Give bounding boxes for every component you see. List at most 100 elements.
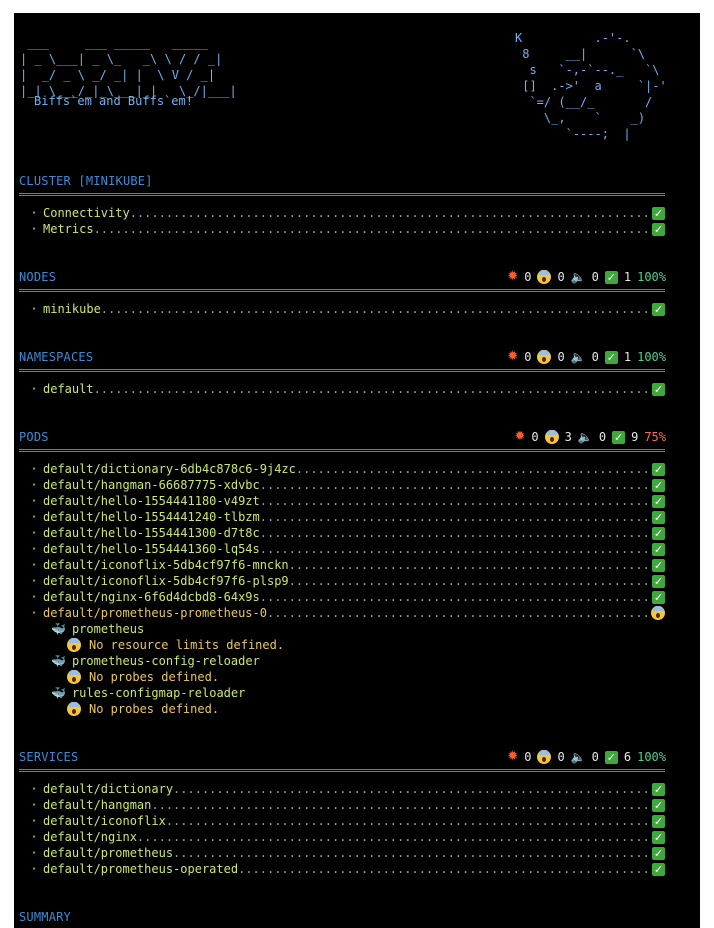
- bullet-icon: ·: [30, 222, 38, 236]
- score-percent: 100%: [637, 350, 666, 364]
- list-item: · default/hello-1554441360-lq54s ✓: [19, 541, 665, 557]
- check-box-icon: ✓: [652, 558, 665, 572]
- issue-text: No probes defined.: [89, 702, 220, 716]
- dot-leader: [173, 781, 652, 797]
- list-item: · default/hangman-66687775-xdvbc ✓: [19, 477, 665, 493]
- bullet-icon: ·: [30, 542, 38, 556]
- dot-leader: [137, 829, 652, 845]
- bullet-icon: ·: [30, 814, 38, 828]
- list-item: · default ✓: [19, 381, 665, 397]
- check-box-icon: ✓: [652, 862, 665, 876]
- namespaces-stats: ✹ 0 0 🔈 0 ✓ 1 100%: [507, 349, 666, 365]
- bullet-icon: ·: [30, 862, 38, 876]
- k8s-ascii-art: K .-'-. 8 __| `\ s `-,-`--._ `\ [] .->' …: [515, 31, 667, 141]
- item-name: default/prometheus: [43, 846, 174, 860]
- bullet-icon: ·: [30, 782, 38, 796]
- dot-leader: [260, 493, 652, 509]
- dot-leader: [267, 605, 651, 621]
- check-box-icon: ✓: [652, 542, 665, 556]
- item-name: default/hello-1554441360-lq54s: [43, 542, 260, 556]
- list-item: · default/prometheus ✓: [19, 845, 665, 861]
- ok-count: 1: [623, 270, 632, 284]
- check-box-icon: ✓: [652, 846, 665, 860]
- check-box-icon: ✓: [604, 750, 618, 764]
- dot-leader: [151, 797, 652, 813]
- dot-leader: [260, 589, 652, 605]
- section-divider: [19, 769, 665, 772]
- dot-leader: [130, 205, 652, 221]
- item-name: default/nginx-6f6d4dcbd8-64x9s: [43, 590, 260, 604]
- bullet-icon: ·: [30, 526, 38, 540]
- list-item: · default/prometheus-operated ✓: [19, 861, 665, 877]
- bullet-icon: ·: [30, 462, 38, 476]
- bullet-icon: ·: [30, 846, 38, 860]
- check-box-icon: ✓: [652, 302, 665, 316]
- check-box-icon: ✓: [612, 430, 626, 444]
- error-count: 0: [524, 350, 532, 364]
- item-name: default/hello-1554441180-v49zt: [43, 494, 260, 508]
- list-item: · default/dictionary ✓: [19, 781, 665, 797]
- section-divider: [19, 193, 665, 196]
- scream-icon: [67, 670, 81, 684]
- scream-icon: [544, 430, 559, 444]
- score-percent: 100%: [637, 270, 666, 284]
- issue-text: No probes defined.: [89, 670, 220, 684]
- warning-count: 0: [557, 750, 565, 764]
- dot-leader: [296, 461, 652, 477]
- ok-count: 6: [623, 750, 632, 764]
- item-name: minikube: [43, 302, 101, 316]
- container-row: 🐳 rules-configmap-reloader: [51, 685, 697, 701]
- item-name: default/iconoflix-5db4cf97f6-mnckn: [43, 558, 289, 572]
- warning-count: 0: [557, 350, 565, 364]
- dot-leader: [94, 221, 652, 237]
- bullet-icon: ·: [30, 558, 38, 572]
- bullet-icon: ·: [30, 798, 38, 812]
- container-issue: No resource limits defined.: [67, 637, 700, 653]
- bullet-icon: ·: [30, 382, 38, 396]
- check-box-icon: ✓: [652, 462, 665, 476]
- item-name: default/dictionary-6db4c878c6-9j4zc: [43, 462, 296, 476]
- item-name: Metrics: [43, 222, 94, 236]
- whale-icon: 🐳: [51, 654, 66, 668]
- scream-icon: [651, 606, 665, 620]
- check-box-icon: ✓: [652, 830, 665, 844]
- list-item: · default/nginx-6f6d4dcbd8-64x9s ✓: [19, 589, 665, 605]
- services-stats: ✹ 0 0 🔈 0 ✓ 6 100%: [507, 749, 666, 765]
- section-divider: [19, 289, 665, 292]
- section-title-summary: SUMMARY: [19, 910, 71, 924]
- item-name: default/nginx: [43, 830, 137, 844]
- dot-leader: [289, 573, 652, 589]
- section-divider: [19, 449, 665, 452]
- speaker-icon: 🔈: [570, 270, 586, 284]
- list-item: · default/nginx ✓: [19, 829, 665, 845]
- list-item: · Connectivity ✓: [19, 205, 665, 221]
- dot-leader: [101, 301, 652, 317]
- bullet-icon: ·: [30, 590, 38, 604]
- check-box-icon: ✓: [652, 782, 665, 796]
- error-count: 0: [524, 270, 532, 284]
- bullet-icon: ·: [30, 574, 38, 588]
- info-count: 0: [591, 270, 599, 284]
- list-item: · default/dictionary-6db4c878c6-9j4zc ✓: [19, 461, 665, 477]
- section-title-nodes: NODES: [19, 270, 57, 284]
- list-item: · default/hello-1554441240-tlbzm ✓: [19, 509, 665, 525]
- list-item: · minikube ✓: [19, 301, 665, 317]
- dot-leader: [166, 813, 652, 829]
- item-name: default/hello-1554441240-tlbzm: [43, 510, 260, 524]
- warning-count: 3: [564, 430, 572, 444]
- section-title-services: SERVICES: [19, 750, 79, 764]
- score-percent: 75%: [644, 430, 666, 444]
- terminal-window: ___ ___ _____ _____ | _ \___| _ \_ _\ \ …: [14, 13, 700, 928]
- ok-count: 9: [631, 430, 639, 444]
- dot-leader: [260, 477, 652, 493]
- check-box-icon: ✓: [652, 590, 665, 604]
- list-item: · default/iconoflix-5db4cf97f6-plsp9 ✓: [19, 573, 665, 589]
- dot-leader: [238, 861, 652, 877]
- bullet-icon: ·: [30, 302, 38, 316]
- check-box-icon: ✓: [652, 574, 665, 588]
- container-name: rules-configmap-reloader: [71, 686, 246, 700]
- item-name: default/prometheus-prometheus-0: [43, 606, 267, 620]
- check-box-icon: ✓: [652, 478, 665, 492]
- scream-icon: [67, 638, 81, 652]
- info-count: 0: [591, 350, 599, 364]
